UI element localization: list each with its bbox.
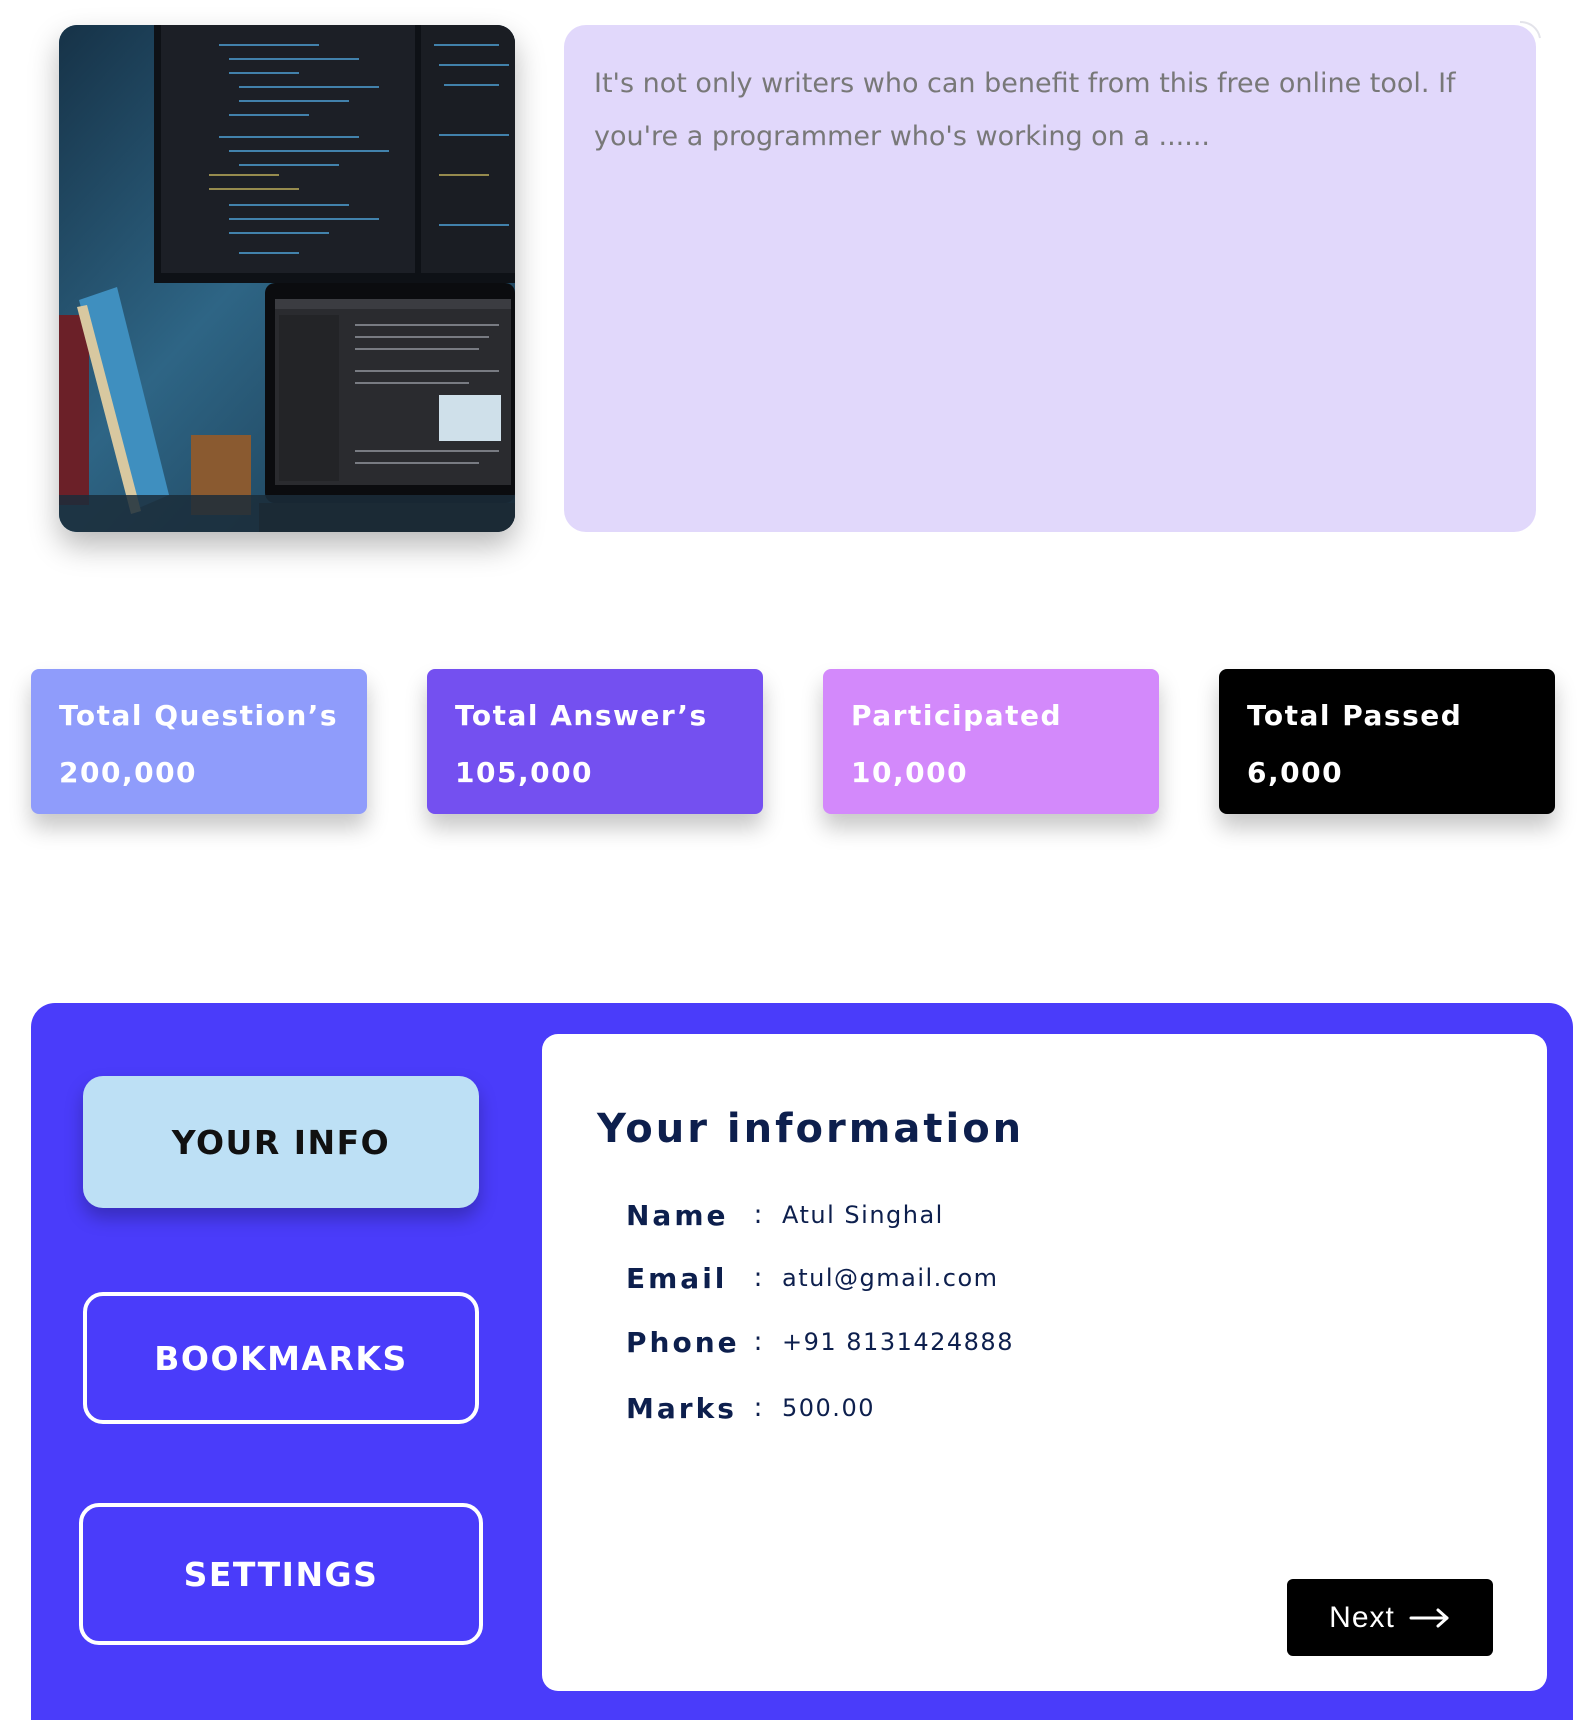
info-key: Email (626, 1261, 728, 1295)
next-button-label: Next (1329, 1600, 1395, 1634)
info-value: Atul Singhal (782, 1201, 944, 1229)
description-box: It's not only writers who can benefit fr… (564, 25, 1536, 532)
description-text: It's not only writers who can benefit fr… (594, 68, 1456, 152)
stat-card-total-answers: Total Answer’s 105,000 (427, 669, 763, 814)
info-row-marks: Marks : 500.00 (626, 1388, 875, 1428)
arrow-right-icon (1409, 1608, 1449, 1627)
info-card: Your information Name : Atul Singhal Ema… (542, 1034, 1547, 1691)
info-value: atul@gmail.com (782, 1264, 999, 1292)
stat-label: Total Answer’s (455, 699, 708, 732)
info-key: Name (626, 1198, 729, 1232)
stat-card-participated: Participated 10,000 (823, 669, 1159, 814)
info-key: Marks (626, 1391, 737, 1425)
monitor-and-laptop-with-code-icon (59, 25, 515, 532)
info-separator: : (753, 1393, 763, 1423)
info-separator: : (753, 1327, 763, 1357)
info-separator: : (753, 1263, 763, 1293)
info-row-email: Email : atul@gmail.com (626, 1258, 999, 1298)
info-separator: : (753, 1200, 763, 1230)
info-row-phone: Phone : +91 8131424888 (626, 1322, 1014, 1362)
info-key: Phone (626, 1325, 740, 1359)
info-value: +91 8131424888 (782, 1328, 1014, 1356)
stat-label: Total Passed (1247, 699, 1463, 732)
settings-button[interactable]: SETTINGS (79, 1503, 483, 1645)
your-info-button[interactable]: YOUR INFO (83, 1076, 479, 1208)
stat-value: 10,000 (851, 756, 969, 789)
profile-panel: YOUR INFO BOOKMARKS SETTINGS Your inform… (31, 1003, 1573, 1720)
stat-value: 200,000 (59, 756, 198, 789)
info-value: 500.00 (782, 1394, 875, 1422)
stat-card-total-passed: Total Passed 6,000 (1219, 669, 1555, 814)
stat-label: Total Question’s (59, 699, 339, 732)
next-button[interactable]: Next (1287, 1579, 1493, 1656)
stat-value: 6,000 (1247, 756, 1344, 789)
corner-arc-icon (1519, 21, 1541, 39)
stat-label: Participated (851, 699, 1063, 732)
info-row-name: Name : Atul Singhal (626, 1195, 944, 1235)
stat-card-total-questions: Total Question’s 200,000 (31, 669, 367, 814)
stat-value: 105,000 (455, 756, 594, 789)
bookmarks-button[interactable]: BOOKMARKS (83, 1292, 479, 1424)
hero-image (59, 25, 515, 532)
info-title: Your information (597, 1106, 1025, 1152)
